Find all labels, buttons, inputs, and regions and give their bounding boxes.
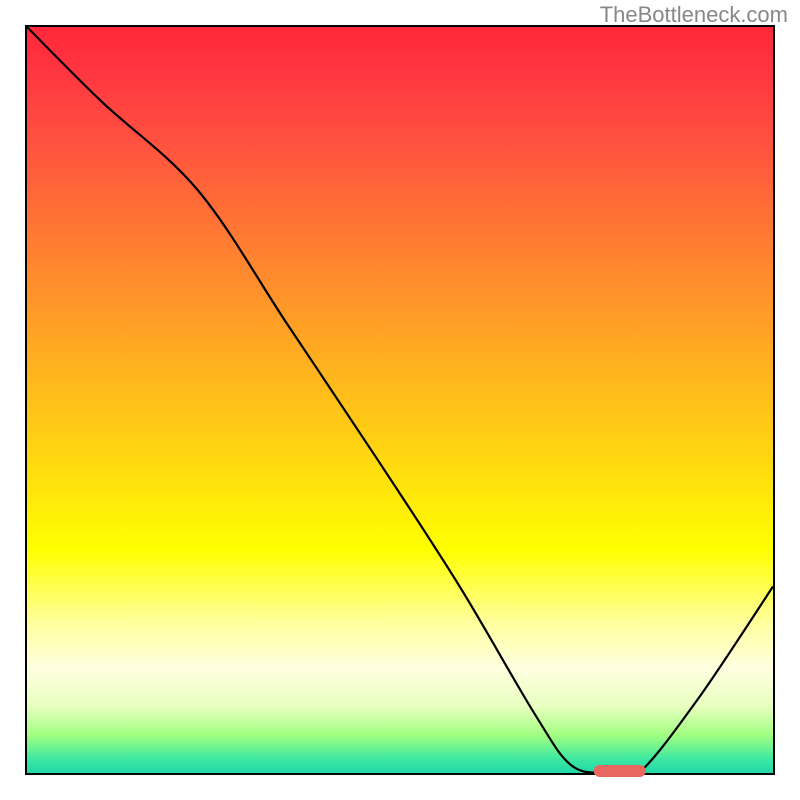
optimal-point-marker: [593, 765, 646, 777]
curve-svg: [27, 27, 773, 773]
bottleneck-curve-line: [27, 27, 773, 773]
watermark-text: TheBottleneck.com: [600, 2, 788, 28]
plot-area: [25, 25, 775, 775]
